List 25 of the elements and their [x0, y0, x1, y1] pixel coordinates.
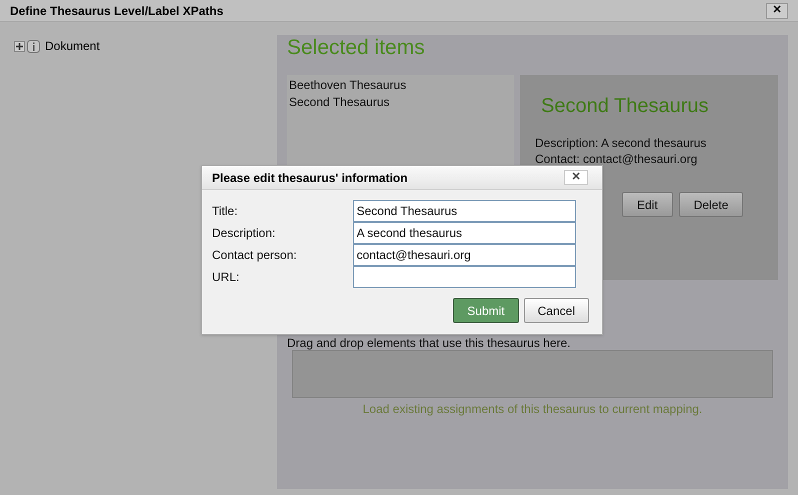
detail-title: Second Thesaurus [540, 95, 710, 117]
drop-hint: Drag and drop elements that use this thesaurus here. [287, 335, 572, 350]
field-label: Description: [212, 225, 276, 242]
expand-icon[interactable] [14, 40, 25, 52]
field-label: Title: [212, 203, 239, 220]
contact-text: Contact: contact@thesauri.org [535, 151, 698, 167]
field-label: URL: [212, 269, 240, 286]
field-label: Contact person: [212, 247, 298, 264]
list-item[interactable]: Beethoven Thesaurus [288, 77, 408, 94]
cancel-button[interactable]: Cancel [524, 298, 589, 323]
input-field[interactable]: A second thesaurus [352, 222, 576, 244]
input-field[interactable]: Second Thesaurus [352, 200, 576, 222]
list-item[interactable]: Second Thesaurus [288, 94, 391, 111]
close-button[interactable]: ✕ [766, 2, 788, 18]
tree-item[interactable]: Dokument [45, 37, 100, 55]
panel-heading: Selected items [287, 36, 426, 60]
dialog-title: Please edit thesaurus' information [212, 170, 408, 186]
description-text: Description: A second thesaurus [535, 135, 708, 151]
input-field[interactable] [352, 266, 576, 288]
delete-button[interactable]: Delete [678, 192, 744, 217]
edit-button[interactable]: Edit [622, 192, 673, 217]
window-title: Define Thesaurus Level/Label XPaths [10, 2, 224, 20]
close-button[interactable]: ✕ [564, 170, 588, 185]
info-icon [27, 40, 40, 52]
input-field[interactable]: contact@thesauri.org [352, 244, 576, 266]
